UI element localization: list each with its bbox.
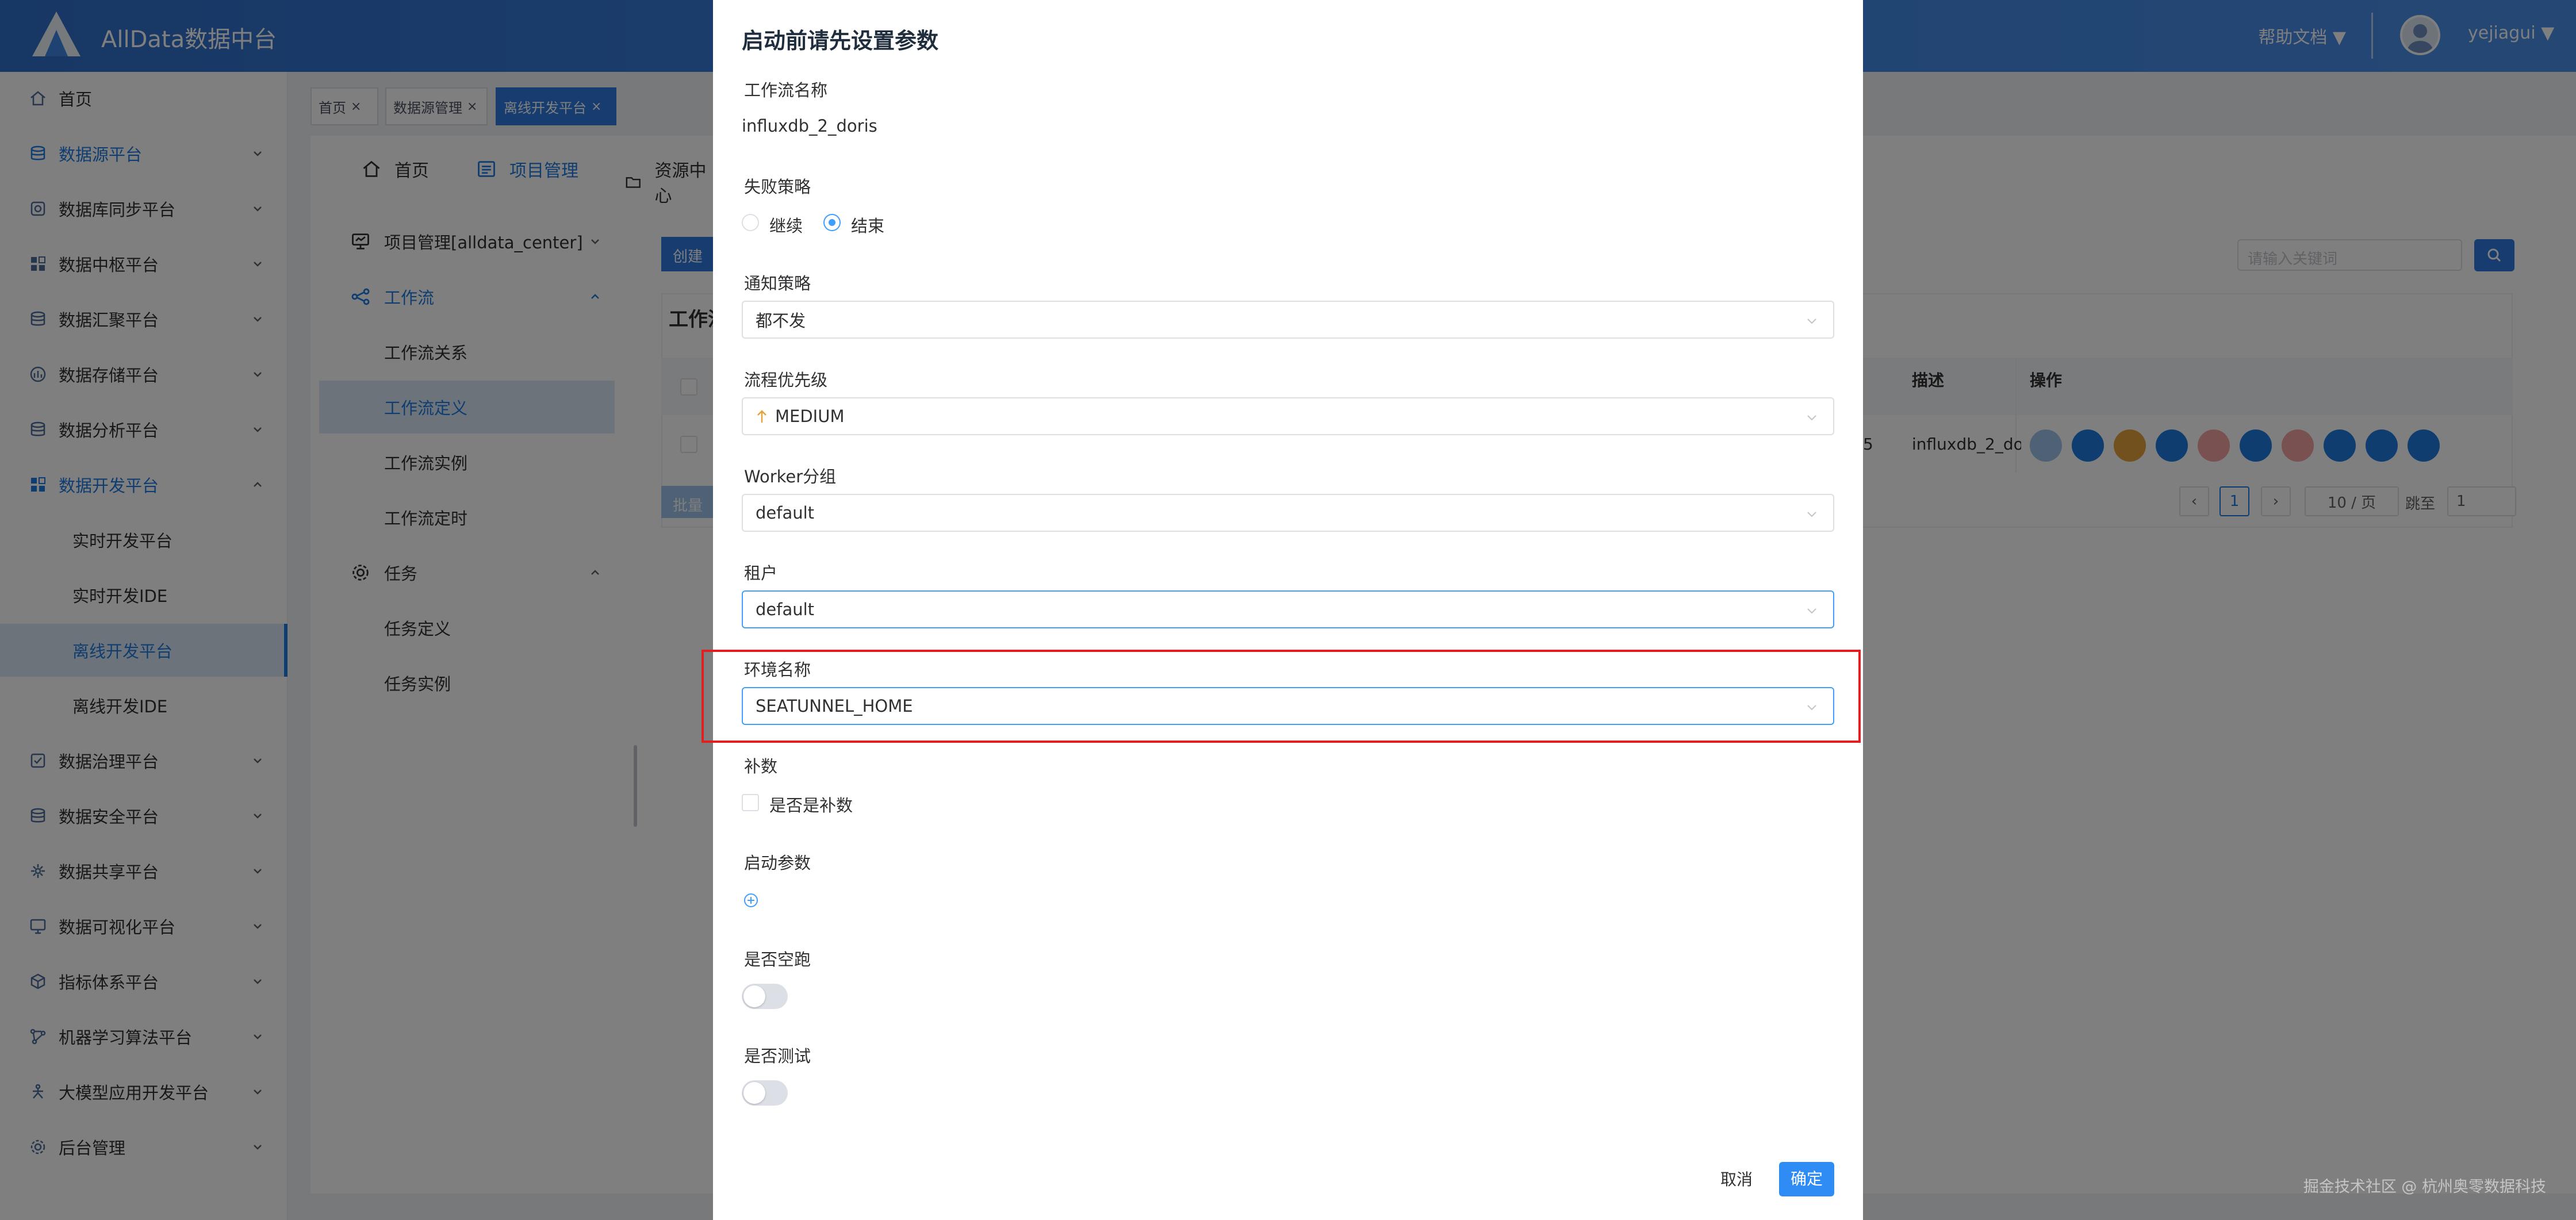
fail-strategy-label: 失败策略 <box>744 177 811 197</box>
dry-run-switch[interactable] <box>742 984 788 1009</box>
test-switch[interactable] <box>742 1080 788 1106</box>
chevron-down-icon <box>1807 415 1816 421</box>
add-param-icon[interactable] <box>743 892 759 908</box>
fail-end-label: 结束 <box>851 216 885 236</box>
priority-select[interactable]: MEDIUM <box>742 397 1834 435</box>
worker-group-select[interactable]: default <box>742 494 1834 532</box>
highlight-box <box>702 650 1861 743</box>
workflow-name-value: influxdb_2_doris <box>742 116 877 136</box>
complement-checkbox[interactable] <box>742 794 759 811</box>
complement-checkbox-label: 是否是补数 <box>769 796 853 815</box>
notify-strategy-label: 通知策略 <box>744 274 811 293</box>
cancel-button[interactable]: 取消 <box>1713 1165 1759 1195</box>
workflow-name-label: 工作流名称 <box>744 80 828 100</box>
chevron-down-icon <box>1807 512 1816 517</box>
test-label: 是否测试 <box>744 1046 811 1066</box>
dry-run-label: 是否空跑 <box>744 950 811 969</box>
startup-params-label: 启动参数 <box>744 853 811 873</box>
complement-label: 补数 <box>744 757 778 776</box>
arrow-up-icon <box>757 410 766 423</box>
confirm-button[interactable]: 确定 <box>1779 1162 1834 1196</box>
select-value: default <box>756 503 815 523</box>
fail-end-radio[interactable] <box>823 214 841 231</box>
tenant-label: 租户 <box>744 563 778 583</box>
priority-label: 流程优先级 <box>744 370 828 390</box>
fail-continue-label: 继续 <box>769 216 803 236</box>
notify-strategy-select[interactable]: 都不发 <box>742 301 1834 339</box>
fail-continue-radio[interactable] <box>742 214 759 231</box>
chevron-down-icon <box>1807 319 1816 324</box>
worker-group-label: Worker分组 <box>744 467 837 486</box>
select-value: 都不发 <box>756 311 806 331</box>
select-value: default <box>756 600 815 619</box>
chevron-down-icon <box>1807 608 1816 614</box>
watermark: 掘金技术社区 @ 杭州奥零数据科技 <box>2303 1178 2546 1196</box>
tenant-select[interactable]: default <box>742 590 1834 628</box>
select-value: MEDIUM <box>775 406 845 426</box>
start-params-dialog: 启动前请先设置参数 工作流名称 influxdb_2_doris 失败策略 继续… <box>713 0 1863 1220</box>
dialog-title: 启动前请先设置参数 <box>742 28 939 53</box>
